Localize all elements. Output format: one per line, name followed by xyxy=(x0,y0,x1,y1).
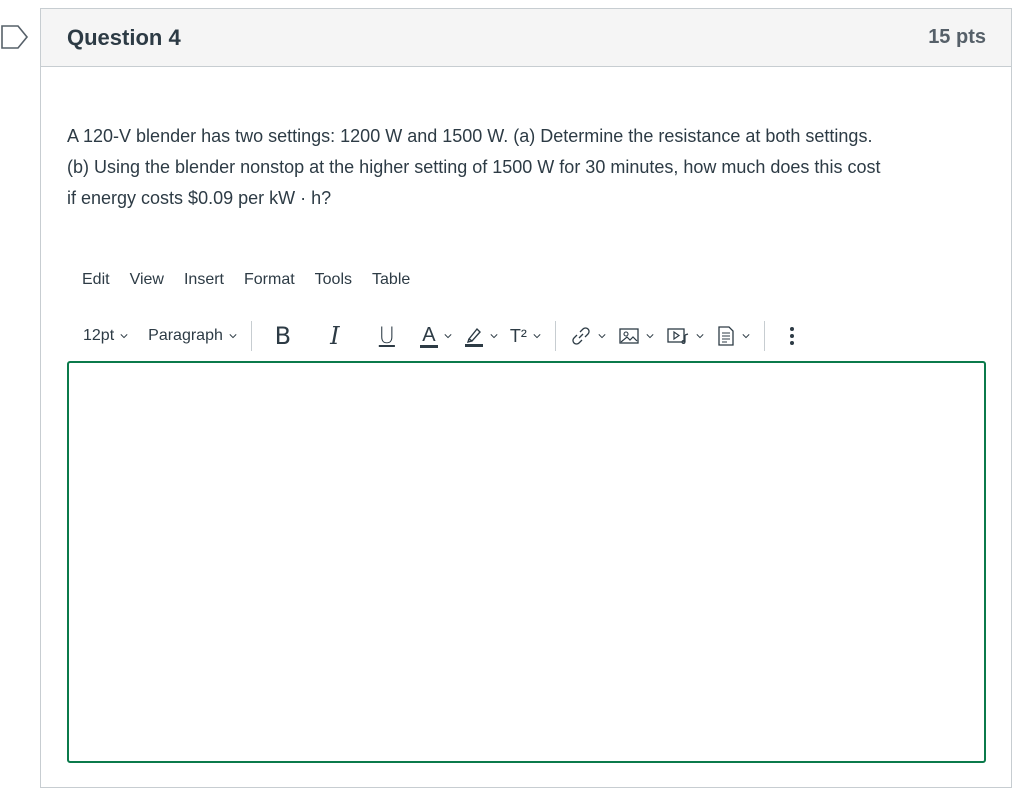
toolbar-divider xyxy=(554,321,556,351)
question-text-line: (b) Using the blender nonstop at the hig… xyxy=(67,157,881,177)
underline-label: U xyxy=(378,323,395,349)
block-format-value: Paragraph xyxy=(148,327,223,344)
editor-toolbar: 12pt Paragraph B I U A T² xyxy=(77,317,801,355)
flag-question-icon[interactable] xyxy=(0,24,30,50)
more-vertical-icon xyxy=(789,327,794,345)
superscript-button[interactable]: T² xyxy=(504,317,547,355)
menu-insert[interactable]: Insert xyxy=(174,271,234,289)
font-size-dropdown[interactable]: 12pt xyxy=(77,317,134,355)
chevron-down-icon xyxy=(646,334,654,339)
media-button[interactable] xyxy=(660,317,710,355)
question-card: Question 4 15 pts A 120-V blender has tw… xyxy=(40,8,1012,788)
question-header: Question 4 15 pts xyxy=(41,9,1011,67)
underline-button[interactable]: U xyxy=(364,317,410,355)
bold-label: B xyxy=(274,322,292,350)
bold-button[interactable]: B xyxy=(260,317,306,355)
chevron-down-icon xyxy=(696,334,704,339)
question-text-line: A 120-V blender has two settings: 1200 W… xyxy=(67,126,873,146)
question-title: Question 4 xyxy=(67,24,181,50)
editor-menubar: Edit View Insert Format Tools Table xyxy=(82,271,420,289)
more-options-button[interactable] xyxy=(783,317,801,355)
text-color-label: A xyxy=(422,324,436,346)
toolbar-divider xyxy=(763,321,765,351)
chevron-down-icon xyxy=(229,334,237,339)
menu-tools[interactable]: Tools xyxy=(305,271,362,289)
highlight-color-button[interactable] xyxy=(458,317,504,355)
menu-edit[interactable]: Edit xyxy=(82,271,120,289)
chevron-down-icon xyxy=(120,334,128,339)
rich-text-editor-area[interactable] xyxy=(67,361,986,763)
chevron-down-icon xyxy=(490,334,498,339)
text-color-icon: A xyxy=(419,324,438,348)
chevron-down-icon xyxy=(533,334,541,339)
menu-view[interactable]: View xyxy=(120,271,174,289)
menu-table[interactable]: Table xyxy=(362,271,420,289)
image-icon xyxy=(619,328,639,344)
question-text: A 120-V blender has two settings: 1200 W… xyxy=(67,121,997,214)
document-button[interactable] xyxy=(710,317,756,355)
chevron-down-icon xyxy=(598,334,606,339)
chevron-down-icon xyxy=(444,334,452,339)
question-points: 15 pts xyxy=(928,26,986,48)
menu-format[interactable]: Format xyxy=(234,271,305,289)
italic-button[interactable]: I xyxy=(312,317,358,355)
image-button[interactable] xyxy=(612,317,660,355)
italic-label: I xyxy=(330,322,340,350)
link-icon xyxy=(572,327,590,345)
superscript-label: T² xyxy=(509,325,527,346)
highlighter-icon xyxy=(464,327,483,347)
text-color-button[interactable]: A xyxy=(414,317,458,355)
media-icon xyxy=(667,328,689,344)
font-size-value: 12pt xyxy=(83,327,115,344)
document-icon xyxy=(718,326,734,346)
question-text-line: if energy costs $0.09 per kW · h? xyxy=(67,188,332,208)
chevron-down-icon xyxy=(742,334,750,339)
link-button[interactable] xyxy=(564,317,612,355)
block-format-dropdown[interactable]: Paragraph xyxy=(142,317,243,355)
toolbar-divider xyxy=(250,321,252,351)
